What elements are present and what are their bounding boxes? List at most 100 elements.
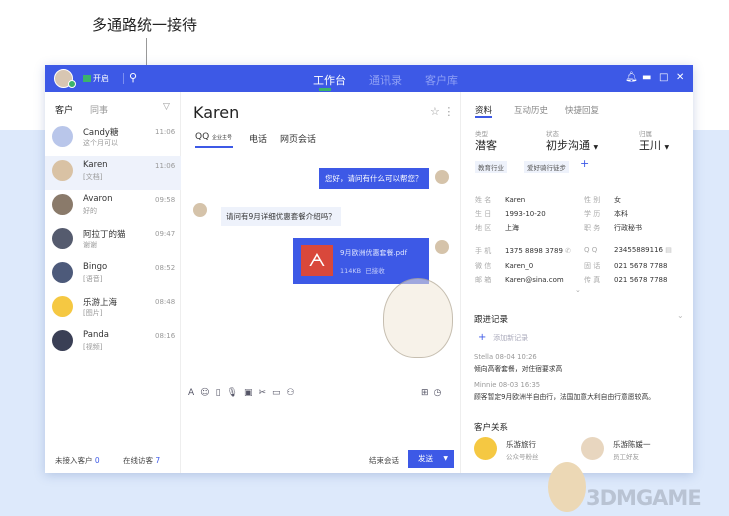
contact-time: 09:47 [155, 230, 176, 238]
contact-name: Bingo [83, 262, 108, 272]
collapse-chevron-icon[interactable]: ⌄ [677, 311, 684, 320]
online-count: 7 [155, 456, 161, 465]
tab-quick-reply[interactable]: 快捷回复 [565, 104, 599, 116]
followup-note: Stella 08-04 10:26 倾向高奢套餐，对住宿要求高 [474, 353, 562, 373]
expand-chevron-icon[interactable]: ⌄ [575, 286, 581, 294]
quick-reply-icon[interactable]: ⊞ [421, 388, 429, 398]
annotation-label: 多通路统一接待 [92, 16, 198, 34]
field: 传 真 021 5678 7788 [584, 275, 667, 285]
conversation-list-panel: 客户 同事 ▽ Candy糖 这个月可以 11:06 Karen [文档] 11:06 … [45, 92, 181, 473]
list-item[interactable]: Bingo [语音] 08:52 [45, 258, 181, 292]
close-icon[interactable]: ✕ [676, 72, 684, 83]
pdf-icon: ᗅ [301, 245, 333, 276]
contact-preview: [语音] [83, 275, 103, 283]
field: 学 历 本科 [584, 209, 628, 219]
relation-type: 公众号粉丝 [506, 453, 539, 461]
chevron-down-icon: ▼ [664, 144, 670, 151]
mascot-overlay [383, 278, 453, 358]
tab-workbench[interactable]: 工作台 [313, 72, 346, 88]
list-item[interactable]: Panda [视频] 08:16 [45, 326, 181, 360]
app-window: 开启 ⚲ 工作台 通讯录 客户库 🔔︎ ▬ □ ✕ 客户 同事 ▽ Candy糖… [45, 65, 693, 473]
owner-dropdown[interactable]: 王川 ▼ [639, 137, 669, 153]
field: 固 话 021 5678 7788 [584, 261, 667, 271]
tab-contacts[interactable]: 通讯录 [369, 72, 402, 88]
tab-customer-library[interactable]: 客户库 [425, 72, 458, 88]
tab-customers[interactable]: 客户 [55, 103, 73, 116]
phone-call-icon[interactable]: ✆ [565, 247, 571, 255]
contact-time: 08:52 [155, 264, 176, 272]
scissors-icon[interactable]: ✂ [258, 388, 266, 398]
avatar [52, 160, 73, 181]
flag-icon [83, 75, 91, 82]
relation-type: 员工好友 [613, 453, 639, 461]
contact-name: Candy糖 [83, 128, 119, 138]
history-icon[interactable]: ◷ [434, 388, 442, 398]
field-value: 23455889116 [614, 246, 663, 254]
list-item[interactable]: Candy糖 这个月可以 11:06 [45, 122, 181, 156]
tab-qq[interactable]: QQ 企业主号 [195, 132, 232, 142]
type-value: 潜客 [475, 139, 497, 152]
pending-count: 0 [94, 456, 100, 465]
file-status: 已接收 [365, 267, 385, 275]
status-toggle[interactable]: 开启 [83, 73, 109, 84]
state-value: 初步沟通 [546, 139, 590, 152]
filter-icon[interactable]: ▽ [163, 102, 170, 112]
add-record-button[interactable]: + 添加新记录 [478, 332, 528, 343]
search-icon[interactable]: ⚲ [129, 71, 141, 84]
tab-profile[interactable]: 资料 [475, 104, 492, 116]
message-incoming: 请问有9月详细优惠套餐介绍吗？ [221, 207, 341, 226]
emoji-icon[interactable]: ☺ [200, 388, 209, 398]
list-item[interactable]: 乐游上海 [图片] 08:48 [45, 292, 181, 326]
card-icon[interactable]: ▤ [665, 246, 672, 254]
field-value: 上海 [505, 224, 519, 232]
contact-time: 08:16 [155, 332, 176, 340]
message-outgoing: 您好，请问有什么可以帮您？ [319, 168, 429, 189]
field-key: 姓 名 [475, 196, 492, 204]
file-message[interactable]: ᗅ 9月欧洲优惠套餐.pdf 114KB 已接收 [293, 238, 429, 284]
note-text: 顾客暂定9月欧洲半自由行，法国加意大利自由行意愿较高。 [474, 393, 656, 401]
state-dropdown[interactable]: 初步沟通 ▼ [546, 137, 598, 153]
contact-preview: [图片] [83, 309, 103, 317]
field-value: Karen@sina.com [505, 276, 564, 284]
tab-qq-label: QQ [195, 132, 210, 142]
send-button[interactable]: 发送 ▼ [408, 450, 454, 468]
field: 地 区 上海 [475, 223, 519, 233]
list-item[interactable]: 阿拉丁的猫 谢谢 09:47 [45, 224, 181, 258]
status-label: 开启 [93, 74, 109, 83]
mic-icon[interactable]: 🎙︎ [227, 388, 238, 398]
tab-phone[interactable]: 电话 [249, 132, 267, 145]
editor-toolbar-right: ⊞ ◷ [421, 388, 441, 398]
screen-icon[interactable]: ▭ [272, 388, 281, 398]
file-name: 9月欧洲优惠套餐.pdf [340, 249, 408, 257]
tab-web-chat[interactable]: 网页会话 [280, 132, 316, 145]
add-tag-icon[interactable]: + [580, 157, 589, 170]
online-visitors[interactable]: 在线访客 7 [123, 455, 160, 466]
maximize-icon[interactable]: □ [659, 72, 668, 83]
avatar [581, 437, 604, 460]
video-icon[interactable]: ▯ [216, 388, 221, 398]
end-session-button[interactable]: 结束会话 [369, 455, 399, 466]
field-key: 手 机 [475, 247, 492, 255]
field: 姓 名 Karen [475, 195, 525, 205]
list-item[interactable]: Avaron 好的 09:58 [45, 190, 181, 224]
minimize-icon[interactable]: ▬ [642, 72, 651, 83]
tab-colleagues[interactable]: 同事 [90, 103, 108, 116]
font-icon[interactable]: A [188, 388, 194, 398]
field-key: 地 区 [475, 224, 492, 232]
bell-icon[interactable]: 🔔︎ [625, 72, 638, 83]
chevron-down-icon[interactable]: ▼ [443, 450, 448, 468]
star-icon[interactable]: ☆ ⋮ [430, 105, 454, 118]
field-key: 职 务 [584, 224, 601, 232]
contact-card-icon[interactable]: ⚇ [287, 388, 295, 398]
list-item[interactable]: Karen [文档] 11:06 [45, 156, 181, 190]
pending-customers[interactable]: 未接入客户 0 [55, 455, 100, 466]
field-key: 传 真 [584, 276, 601, 284]
avatar [52, 296, 73, 317]
image-icon[interactable]: ▣ [244, 388, 253, 398]
tag[interactable]: 爱好骑行徒步 [524, 161, 569, 173]
tag[interactable]: 教育行业 [475, 161, 507, 173]
field: 手 机 1375 8898 3789 ✆ [475, 246, 571, 256]
tab-interaction-history[interactable]: 互动历史 [514, 104, 548, 116]
relations-title: 客户关系 [474, 423, 509, 433]
field-value: 行政秘书 [614, 224, 642, 232]
